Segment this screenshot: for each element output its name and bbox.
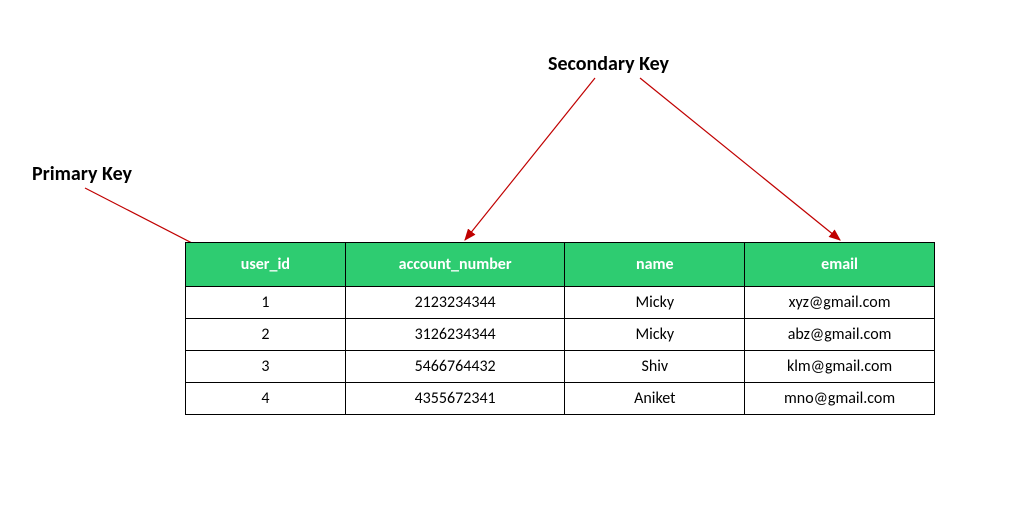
cell-user-id: 2 <box>186 319 346 351</box>
secondary-key-label: Secondary Key <box>548 52 669 76</box>
cell-user-id: 3 <box>186 351 346 383</box>
cell-name: Shiv <box>565 351 745 383</box>
cell-user-id: 1 <box>186 287 346 319</box>
cell-email: klm@gmail.com <box>745 351 935 383</box>
cell-user-id: 4 <box>186 383 346 415</box>
cell-email: mno@gmail.com <box>745 383 935 415</box>
cell-email: xyz@gmail.com <box>745 287 935 319</box>
cell-name: Micky <box>565 319 745 351</box>
col-header-account-number: account_number <box>345 243 565 287</box>
primary-key-label: Primary Key <box>32 162 132 186</box>
col-header-email: email <box>745 243 935 287</box>
secondary-key-arrow-right <box>640 78 840 240</box>
table-row: 2 3126234344 Micky abz@gmail.com <box>186 319 935 351</box>
table-row: 4 4355672341 Aniket mno@gmail.com <box>186 383 935 415</box>
secondary-key-arrow-left <box>465 78 595 240</box>
cell-account-number: 5466764432 <box>345 351 565 383</box>
cell-name: Aniket <box>565 383 745 415</box>
table-header-row: user_id account_number name email <box>186 243 935 287</box>
data-table: user_id account_number name email 1 2123… <box>185 242 935 415</box>
cell-account-number: 2123234344 <box>345 287 565 319</box>
cell-name: Micky <box>565 287 745 319</box>
col-header-name: name <box>565 243 745 287</box>
cell-account-number: 3126234344 <box>345 319 565 351</box>
cell-email: abz@gmail.com <box>745 319 935 351</box>
table-row: 3 5466764432 Shiv klm@gmail.com <box>186 351 935 383</box>
cell-account-number: 4355672341 <box>345 383 565 415</box>
col-header-user-id: user_id <box>186 243 346 287</box>
table-row: 1 2123234344 Micky xyz@gmail.com <box>186 287 935 319</box>
